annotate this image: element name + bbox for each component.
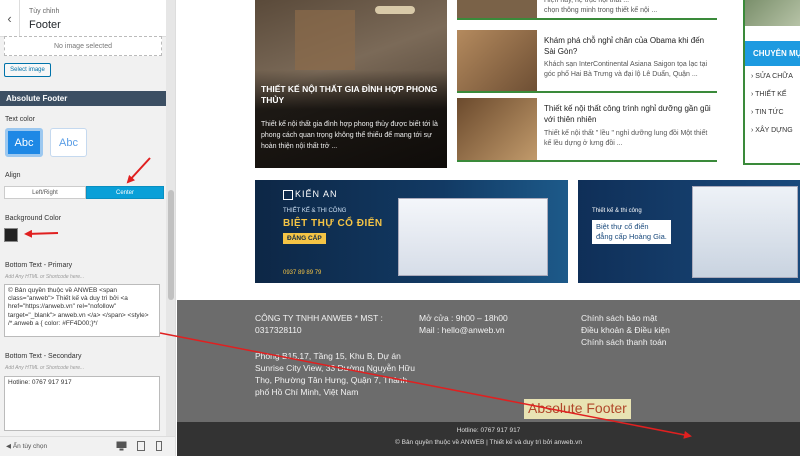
secondary-text-hint: Add Any HTML or Shortcode here...: [5, 365, 85, 371]
news-thumbnail: [457, 98, 537, 160]
news-excerpt: Thiết kế nội thất " lều " nghỉ dưỡng lun…: [544, 130, 708, 147]
align-left-right-button[interactable]: Left/Right: [4, 186, 86, 199]
featured-title[interactable]: THIẾT KẾ NỘI THẤT GIA ĐÌNH HỢP PHONG THỦ…: [261, 84, 441, 106]
news-thumbnail: [457, 30, 537, 91]
footer-links: Chính sách bảo mật Điều khoản & Điều kiệ…: [581, 312, 731, 348]
align-center-button[interactable]: Center: [86, 186, 164, 199]
banner-headline: Biệt thự cổ điển: [596, 222, 649, 231]
panel-header: ‹ Tùy chỉnh Footer: [0, 0, 175, 37]
hide-controls-label: Ẩn tùy chọn: [12, 443, 48, 450]
mobile-icon[interactable]: [156, 441, 162, 451]
logo-icon: [283, 190, 293, 200]
footer-widgets: CÔNG TY TNHH ANWEB * MST : 0317328110 Ph…: [177, 300, 800, 422]
site-preview: THIẾT KẾ NỘI THẤT GIA ĐÌNH HỢP PHONG THỦ…: [177, 0, 800, 456]
sidebar-item-xay-dung[interactable]: › XÂY DỰNG: [751, 127, 793, 134]
hide-controls-button[interactable]: ◀ Ẩn tùy chọn: [6, 442, 47, 450]
footer-link-payment[interactable]: Chính sách thanh toán: [581, 336, 731, 348]
banner-subtitle: Thiết kế & thi công: [592, 208, 642, 214]
news-excerpt: Hiện nay, hệ trục nội thất ... chọn thôn…: [544, 0, 658, 14]
align-label: Align: [5, 172, 21, 179]
category-sidebar: CHUYÊN MỤC › SỬA CHỮA › THIẾT KẾ › TIN T…: [743, 0, 800, 165]
news-title[interactable]: Khám phá chỗ nghỉ chân của Obama khi đến…: [544, 36, 716, 57]
news-thumbnail: [457, 0, 537, 18]
panel-scrollbar[interactable]: [166, 0, 175, 436]
back-button[interactable]: ‹: [0, 0, 20, 37]
background-color-swatch[interactable]: [4, 228, 18, 242]
background-color-label: Background Color: [5, 215, 62, 222]
footer-hotline: Hotline: 0767 917 917: [456, 427, 521, 434]
secondary-text-label: Bottom Text - Secondary: [5, 353, 82, 360]
breadcrumb: Tùy chỉnh: [29, 8, 60, 15]
customizer-panel: ‹ Tùy chỉnh Footer No image selected Sel…: [0, 0, 176, 456]
primary-text-hint: Add Any HTML or Shortcode here...: [5, 274, 85, 280]
text-color-light-option[interactable]: Abc: [50, 128, 87, 157]
image-placeholder: No image selected: [4, 36, 162, 56]
news-title[interactable]: Thiết kế nội thất công trình nghỉ dưỡng …: [544, 104, 716, 125]
secondary-text-textarea[interactable]: Hotline: 0767 917 917: [4, 376, 160, 431]
featured-excerpt: Thiết kế nội thất gia đình hợp phong thủ…: [261, 121, 438, 150]
text-color-label: Text color: [5, 116, 35, 123]
section-title: Absolute Footer: [0, 91, 166, 106]
footer-link-privacy[interactable]: Chính sách bảo mật: [581, 312, 731, 324]
panel-footer: ◀ Ẩn tùy chọn: [0, 436, 175, 456]
banner-headline: BIỆT THỰ CỔ ĐIỂN: [283, 218, 383, 229]
footer-contact: Mở cửa : 9h00 – 18h00 Mail : hello@anweb…: [419, 312, 569, 336]
tablet-icon[interactable]: [137, 441, 145, 451]
news-item[interactable]: Thiết kế nội thất công trình nghỉ dưỡng …: [457, 98, 717, 162]
annotation-label: Absolute Footer: [524, 399, 631, 419]
footer-copyright: © Bản quyền thuộc về ANWEB | Thiết kế và…: [395, 439, 582, 446]
banner-villa-1[interactable]: KIẾN AN THIẾT KẾ & THI CÔNG BIỆT THỰ CỔ …: [255, 180, 568, 283]
desktop-icon[interactable]: [116, 441, 127, 451]
sidebar-item-sua-chua[interactable]: › SỬA CHỮA: [751, 73, 793, 80]
news-item[interactable]: Khám phá chỗ nghỉ chân của Obama khi đến…: [457, 30, 717, 93]
footer-company: CÔNG TY TNHH ANWEB * MST : 0317328110: [255, 313, 383, 335]
text-color-dark-option[interactable]: Abc: [5, 128, 43, 157]
scrollbar-thumb[interactable]: [168, 190, 174, 300]
news-item[interactable]: Hiện nay, hệ trục nội thất ... chọn thôn…: [457, 0, 717, 20]
footer-mail[interactable]: Mail : hello@anweb.vn: [419, 324, 569, 336]
absolute-footer: Hotline: 0767 917 917 © Bản quyền thuộc …: [177, 422, 800, 456]
banner-subtitle: THIẾT KẾ & THI CÔNG: [283, 208, 347, 214]
footer-link-terms[interactable]: Điều khoản & Điều kiện: [581, 324, 731, 336]
primary-text-label: Bottom Text - Primary: [5, 262, 73, 269]
sidebar-item-tin-tuc[interactable]: › TIN TỨC: [751, 109, 784, 116]
sidebar-image: [745, 0, 800, 26]
villa-image: [398, 198, 548, 276]
news-excerpt: Khách sạn InterContinental Asiana Saigon…: [544, 61, 708, 78]
panel-title: Footer: [29, 19, 61, 31]
arrow-left-icon: ◀: [6, 443, 13, 450]
banner-tagline: đẳng cấp Hoàng Gia.: [596, 232, 667, 241]
primary-text-textarea[interactable]: © Bản quyền thuộc về ANWEB <span class="…: [4, 284, 160, 337]
banner-phone: 0937 89 89 79: [283, 270, 322, 276]
select-image-button[interactable]: Select image: [4, 63, 51, 77]
banner-tag: ĐẲNG CẤP: [283, 233, 326, 244]
chevron-left-icon: ‹: [7, 11, 12, 26]
sidebar-heading: CHUYÊN MỤC: [745, 41, 800, 66]
footer-hours: Mở cửa : 9h00 – 18h00: [419, 313, 508, 323]
villa-image: [692, 186, 798, 278]
banner-villa-2[interactable]: Thiết kế & thi công Biệt thự cổ điển đẳn…: [578, 180, 800, 283]
sidebar-item-thiet-ke[interactable]: › THIẾT KẾ: [751, 91, 787, 98]
banner-logo: KIẾN AN: [295, 189, 338, 199]
featured-post[interactable]: THIẾT KẾ NỘI THẤT GIA ĐÌNH HỢP PHONG THỦ…: [255, 0, 447, 168]
banner-headline-box: Biệt thự cổ điển đẳng cấp Hoàng Gia.: [592, 220, 671, 244]
footer-address: Phòng B15.17, Tầng 15, Khu B, Dự án Sunr…: [255, 351, 415, 397]
